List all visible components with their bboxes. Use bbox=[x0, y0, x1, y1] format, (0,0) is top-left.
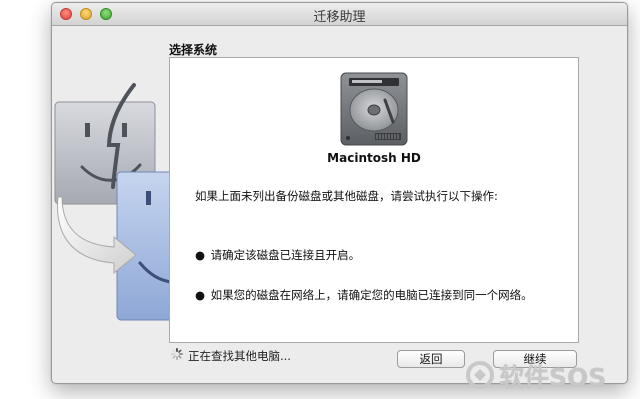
finder-migration-icon bbox=[54, 83, 172, 321]
window-title: 迁移助理 bbox=[313, 10, 366, 25]
system-list-panel[interactable]: Macintosh HD 如果上面未列出备份磁盘或其他磁盘，请尝试执行以下操作:… bbox=[169, 57, 579, 343]
status-text: 正在查找其他电脑... bbox=[188, 349, 291, 363]
watermark-text: 软件SOS bbox=[499, 363, 607, 392]
title-bar: 迁移助理 bbox=[52, 3, 627, 26]
migration-assistant-window: 迁移助理 选择系统 Macintosh HD 如果上面未列出备份磁盘或其他磁盘，… bbox=[51, 2, 628, 384]
watermark-logo-icon bbox=[466, 361, 494, 389]
bullet-text: 如果您的磁盘在网络上，请确定您的电脑已连接到同一个网络。 bbox=[210, 288, 533, 302]
back-button[interactable]: 返回 bbox=[397, 350, 465, 368]
bullet-dot: ● bbox=[195, 288, 206, 302]
instruction-bullet-1: ● 请确定该磁盘已连接且开启。 bbox=[195, 247, 360, 263]
hard-drive-icon[interactable] bbox=[337, 70, 411, 148]
bullet-text: 请确定该磁盘已连接且开启。 bbox=[210, 248, 361, 262]
page-heading: 选择系统 bbox=[169, 43, 218, 57]
disk-name-label: Macintosh HD bbox=[327, 151, 421, 165]
bullet-dot: ● bbox=[195, 248, 206, 262]
instructions-intro: 如果上面未列出备份磁盘或其他磁盘，请尝试执行以下操作: bbox=[195, 189, 498, 203]
loading-spinner-icon bbox=[171, 348, 183, 360]
instruction-bullet-2: ● 如果您的磁盘在网络上，请确定您的电脑已连接到同一个网络。 bbox=[195, 287, 533, 303]
watermark: 软件SOS bbox=[465, 356, 630, 396]
